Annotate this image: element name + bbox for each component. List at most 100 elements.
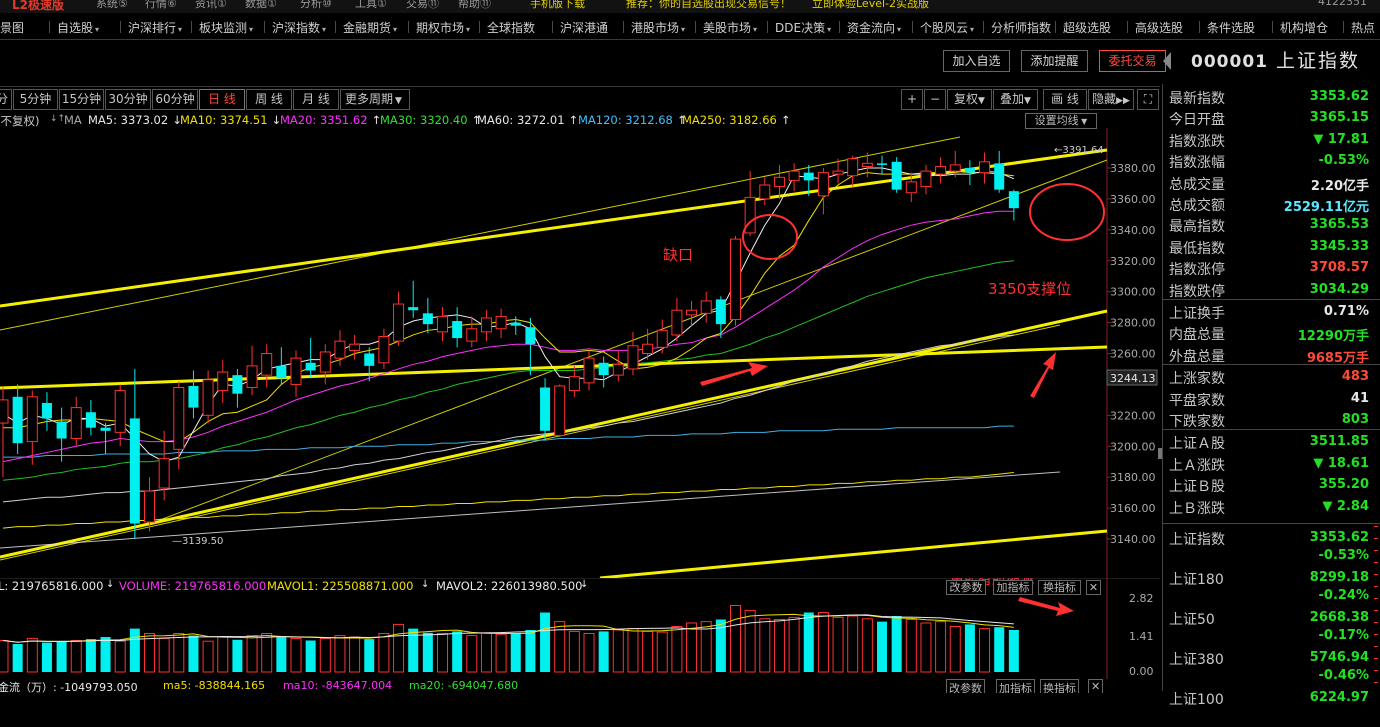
period-monthly[interactable]: 月 线 (293, 89, 339, 110)
menu-help[interactable]: 帮助⑪ (458, 0, 491, 11)
menu-item-0[interactable]: 景图 (0, 19, 24, 36)
candle-body (656, 329, 668, 348)
add-watchlist-button[interactable]: 加入自选 (943, 50, 1010, 72)
volume-bar (847, 615, 859, 673)
menu-item-13[interactable]: 个股风云 ▾ (920, 19, 974, 36)
menu-item-5[interactable]: 金融期货 ▾ (343, 19, 397, 36)
side-tick (1374, 598, 1378, 599)
candle-body (452, 321, 463, 339)
menu-item-15[interactable]: 超级选股 (1063, 19, 1111, 36)
menu-item-6[interactable]: 期权市场 ▾ (416, 19, 470, 36)
menu-quote[interactable]: 行情⑥ (145, 0, 177, 11)
candle-body (12, 396, 23, 444)
vol-close-icon[interactable]: ✕ (1086, 580, 1101, 595)
menu-item-16[interactable]: 高级选股 (1135, 19, 1183, 36)
adjust-button[interactable]: 复权▼ (947, 89, 992, 110)
zoom-out-button[interactable]: − (924, 89, 946, 110)
trade-button[interactable]: 委托交易 (1099, 50, 1166, 72)
period-more[interactable]: 更多周期 ▼ (340, 89, 410, 110)
draw-line-button[interactable]: 画 线 (1043, 89, 1087, 110)
vol-switch-indicator-button[interactable]: 换指标 (1038, 580, 1081, 595)
vol-add-indicator-button[interactable]: 加指标 (993, 580, 1033, 595)
menu-item-17[interactable]: 条件选股 (1207, 19, 1255, 36)
candle-body (935, 165, 947, 175)
quote-value: 2529.11亿元 (1283, 200, 1369, 215)
menu-system[interactable]: 系统⑤ (96, 0, 128, 11)
menu-item-10[interactable]: 美股市场 ▾ (703, 19, 757, 36)
period-min[interactable]: 分 (0, 89, 12, 110)
caret-down-icon: ▾ (681, 25, 686, 34)
quote-value: 41 (1350, 390, 1369, 406)
candle-body (861, 162, 873, 167)
ma-settings-button[interactable]: 设置均线 ▼ (1025, 113, 1097, 129)
candle-body (100, 427, 111, 431)
menu-item-label: 热点 (1351, 21, 1376, 35)
menu-item-19[interactable]: 热点 (1351, 19, 1375, 36)
quote-row: 上证换手 0.71% (1169, 301, 1375, 322)
hide-button[interactable]: 隐藏▶▶ (1088, 89, 1134, 110)
fullscreen-icon[interactable]: ⛶ (1137, 89, 1159, 110)
promo-signal-link[interactable]: 推荐：你的自选股出现交易信号！ (626, 0, 791, 11)
candle-body (408, 307, 419, 311)
menu-analysis[interactable]: 分析⑩ (300, 0, 332, 11)
menu-item-12[interactable]: 资金流向 ▾ (847, 19, 901, 36)
ma60-label: MA60: 3272.01 ↑ (477, 113, 578, 127)
index-row[interactable]: 上证100 6224.97 (1169, 687, 1375, 727)
back-arrow-icon[interactable] (1163, 52, 1171, 70)
volume-bar (656, 631, 668, 673)
quote-value: 0.71% (1323, 304, 1369, 319)
index-row[interactable]: 上证180 8299.18 -0.24% (1169, 567, 1375, 607)
volume-bar (832, 616, 844, 673)
vol-params-button[interactable]: 改参数 (946, 580, 986, 595)
index-row[interactable]: 上证指数 3353.62 -0.53% (1169, 527, 1375, 567)
volume-bar (510, 633, 521, 672)
level2-link[interactable]: 立即体验Level-2实战版 (812, 0, 929, 11)
period-30min[interactable]: 30分钟 (105, 89, 151, 110)
caret-down-icon: ▾ (393, 25, 398, 34)
menu-item-2[interactable]: 沪深排行 ▾ (128, 19, 182, 36)
volume-bar (568, 630, 580, 673)
menu-item-7[interactable]: 全球指数 (487, 19, 535, 36)
index-change: -0.53% (1318, 548, 1370, 563)
menu-item-1[interactable]: 自选股 ▾ (57, 19, 99, 36)
side-tick (1374, 682, 1378, 683)
zoom-in-button[interactable]: + (901, 89, 923, 110)
menu-item-8[interactable]: 沪深港通 (560, 19, 608, 36)
menu-item-3[interactable]: 板块监测 ▾ (199, 19, 253, 36)
quote-value: 803 (1341, 412, 1369, 427)
index-row[interactable]: 上证50 2668.38 -0.17% (1169, 607, 1375, 647)
candle-body (920, 170, 932, 188)
quote-label: 上证Ｂ股 (1169, 479, 1225, 496)
mavol1-value: MAVOL1: 225508871.000 (267, 579, 414, 593)
menu-data[interactable]: 数据① (245, 0, 277, 11)
add-alert-button[interactable]: 添加提醒 (1021, 50, 1088, 72)
overlay-button[interactable]: 叠加▼ (993, 89, 1038, 110)
menu-tools[interactable]: 工具① (355, 0, 387, 11)
menu-item-18[interactable]: 机构增仓 (1280, 19, 1328, 36)
menu-separator (695, 21, 696, 33)
period-5min[interactable]: 5分钟 (13, 89, 58, 110)
menu-item-14[interactable]: 分析师指数 (991, 19, 1051, 36)
menu-item-11[interactable]: DDE决策 ▾ (775, 19, 831, 36)
period-15min[interactable]: 15分钟 (59, 89, 104, 110)
vol-arrow: ↓ (106, 579, 115, 590)
menu-trade[interactable]: 交易⑪ (406, 0, 439, 11)
menu-news[interactable]: 资讯① (195, 0, 227, 11)
ma-value: MA120: 3212.68 (578, 113, 673, 127)
side-tick (1374, 610, 1378, 611)
period-weekly[interactable]: 周 线 (246, 89, 292, 110)
menu-separator (191, 21, 192, 33)
period-60min[interactable]: 60分钟 (152, 89, 198, 110)
quote-row: 上Ａ涨跌 ▼ 18.61 (1169, 453, 1375, 474)
index-row[interactable]: 上证380 5746.94 -0.46% (1169, 647, 1375, 687)
mavol2-value: MAVOL2: 226013980.500 (436, 579, 583, 593)
menu-item-9[interactable]: 港股市场 ▾ (631, 19, 685, 36)
index-value: 8299.18 (1309, 570, 1369, 585)
mobile-download-link[interactable]: 手机版下载 (530, 0, 585, 11)
menu-item-4[interactable]: 沪深指数 ▾ (272, 19, 326, 36)
candlestick-chart[interactable]: 3380.00 3360.00 3340.00 3320.00 3300.00 3280.… (0, 128, 1160, 578)
volume-bar (817, 612, 829, 673)
period-daily[interactable]: 日 线 (199, 89, 245, 110)
menu-separator (1199, 21, 1200, 33)
volume-chart[interactable]: 量能有所缩减 (0, 578, 1160, 679)
